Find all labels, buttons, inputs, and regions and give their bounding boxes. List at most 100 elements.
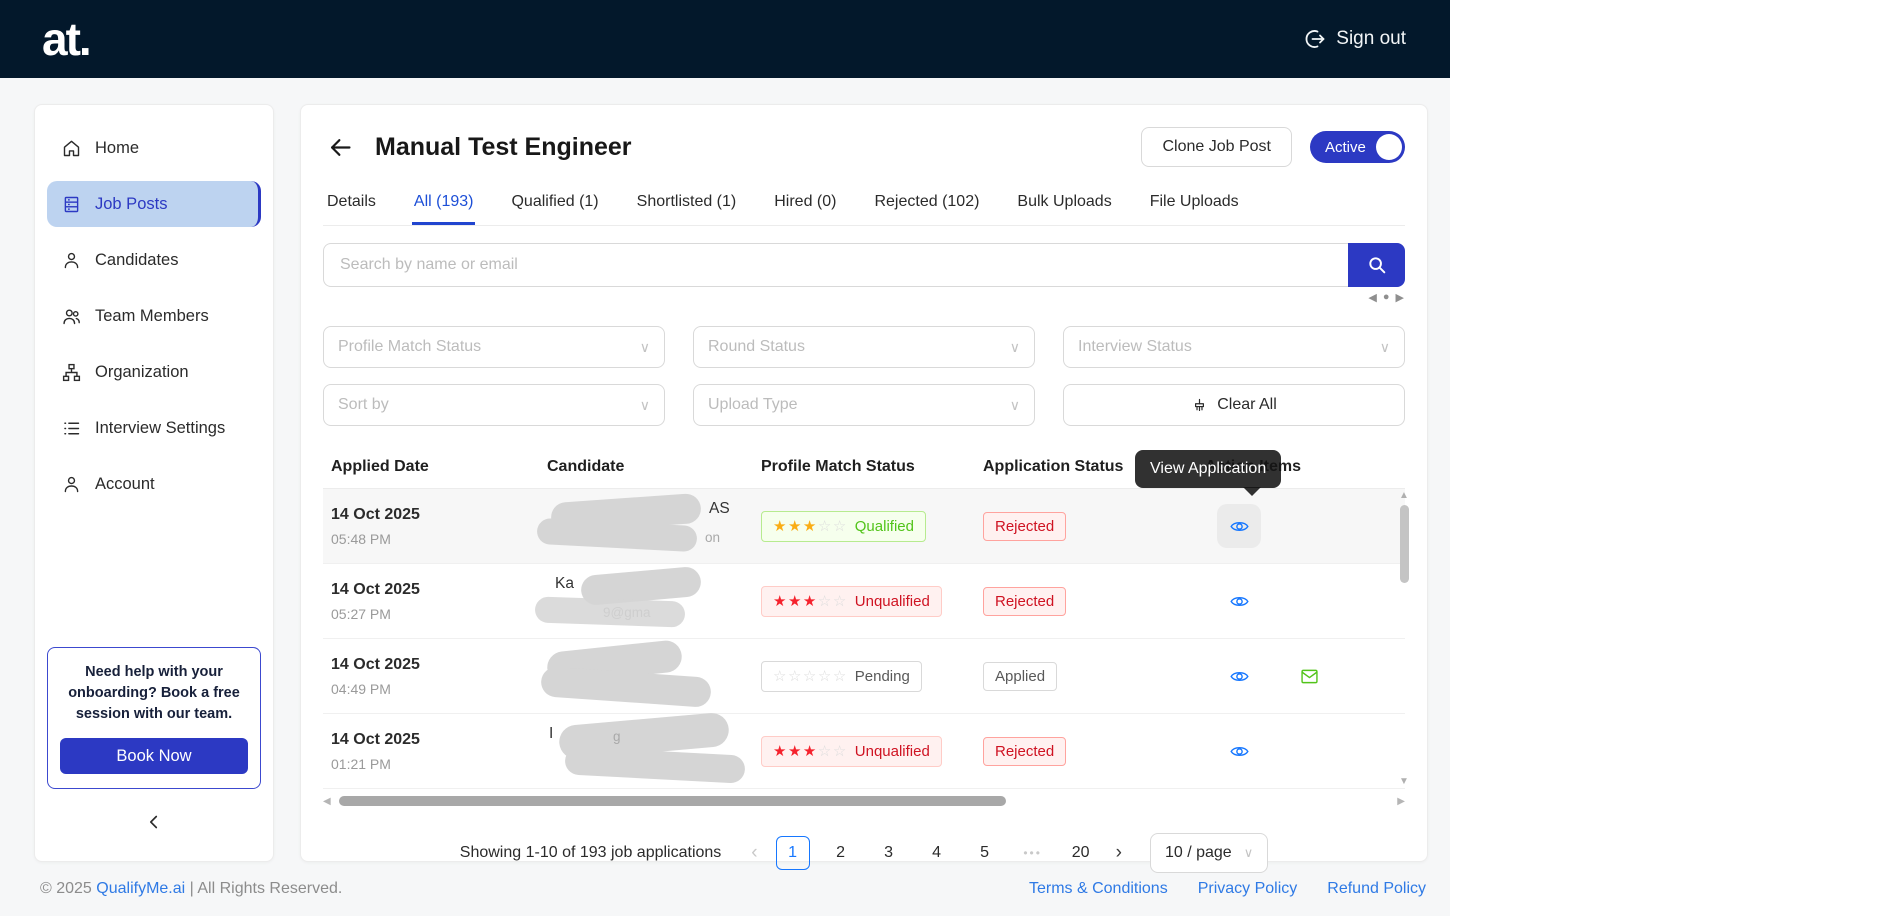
view-application-tooltip: View Application xyxy=(1135,450,1281,488)
tab-rejected[interactable]: Rejected (102) xyxy=(872,185,981,225)
eye-icon xyxy=(1229,666,1250,687)
clear-all-button[interactable]: Clear All xyxy=(1063,384,1405,426)
page-button-3[interactable]: 3 xyxy=(872,836,906,870)
round-status-select[interactable]: Round Status ∨ xyxy=(693,326,1035,368)
previous-page-button[interactable]: ‹ xyxy=(747,842,761,864)
sign-out-label: Sign out xyxy=(1336,28,1406,50)
refund-policy-link[interactable]: Refund Policy xyxy=(1327,880,1426,898)
tab-qualified[interactable]: Qualified (1) xyxy=(509,185,600,225)
page-size-select[interactable]: 10 / page ∨ xyxy=(1150,833,1268,873)
table-row[interactable]: 14 Oct 2025 01:21 PM I g xyxy=(323,714,1405,789)
person-icon xyxy=(61,250,82,271)
application-status-badge: Rejected xyxy=(983,587,1066,616)
page-button-1[interactable]: 1 xyxy=(776,836,810,870)
table-row[interactable]: 14 Oct 2025 05:48 PM AS on xyxy=(323,489,1405,564)
page-button-2[interactable]: 2 xyxy=(824,836,858,870)
tab-file-uploads[interactable]: File Uploads xyxy=(1148,185,1241,225)
sidebar-item-team-members[interactable]: Team Members xyxy=(47,293,261,339)
chevron-down-icon: ∨ xyxy=(640,339,650,356)
profile-match-badge: ☆☆☆☆☆ Pending xyxy=(761,661,922,692)
sign-out-button[interactable]: Sign out xyxy=(1303,27,1406,51)
app-window: at. Sign out Home Job Posts Candid xyxy=(0,0,1450,916)
sidebar-item-label: Organization xyxy=(95,363,189,382)
page-button-20[interactable]: 20 xyxy=(1064,836,1098,870)
applied-date: 14 Oct 2025 xyxy=(331,656,531,674)
chevron-down-icon: ∨ xyxy=(1010,339,1020,356)
sort-by-select[interactable]: Sort by∨ xyxy=(323,384,665,426)
search-button[interactable] xyxy=(1348,243,1405,287)
scroll-up-icon[interactable]: ▲ xyxy=(1399,491,1409,501)
application-status-badge: Applied xyxy=(983,662,1057,691)
scroll-down-icon[interactable]: ▼ xyxy=(1399,777,1409,787)
pager-right-icon[interactable]: ▶ xyxy=(1396,291,1405,304)
scroll-right-icon[interactable]: ▶ xyxy=(1397,796,1405,807)
privacy-policy-link[interactable]: Privacy Policy xyxy=(1198,880,1298,898)
sidebar-item-home[interactable]: Home xyxy=(47,125,261,171)
tab-details[interactable]: Details xyxy=(325,185,378,225)
view-application-button[interactable] xyxy=(1217,654,1261,698)
profile-match-cell: ★★★☆☆ Qualified xyxy=(753,511,975,542)
top-bar: at. Sign out xyxy=(0,0,1450,78)
star-rating: ☆☆☆☆☆ xyxy=(773,669,848,684)
pagination-ellipsis[interactable]: ••• xyxy=(1016,836,1050,870)
candidate-cell: Ka 9@gma xyxy=(539,571,753,631)
match-label: Qualified xyxy=(855,518,914,535)
view-application-button[interactable] xyxy=(1217,504,1261,548)
terms-and-conditions-link[interactable]: Terms & Conditions xyxy=(1029,880,1168,898)
sidebar-item-job-posts[interactable]: Job Posts xyxy=(47,181,261,227)
sidebar-item-account[interactable]: Account xyxy=(47,461,261,507)
profile-match-status-select[interactable]: Profile Match Status ∨ xyxy=(323,326,665,368)
applied-date-cell: 14 Oct 2025 04:49 PM xyxy=(323,656,539,697)
page-button-5[interactable]: 5 xyxy=(968,836,1002,870)
page-button-4[interactable]: 4 xyxy=(920,836,954,870)
vertical-scrollbar[interactable]: ▲ ▼ xyxy=(1397,489,1411,789)
brand-link[interactable]: QualifyMe.ai xyxy=(96,880,185,897)
view-application-button[interactable] xyxy=(1217,729,1261,773)
back-button[interactable] xyxy=(323,130,357,164)
upload-type-select[interactable]: Upload Type∨ xyxy=(693,384,1035,426)
scroll-left-icon[interactable]: ◀ xyxy=(323,796,331,807)
sidebar-item-organization[interactable]: Organization xyxy=(47,349,261,395)
tab-shortlisted[interactable]: Shortlisted (1) xyxy=(635,185,739,225)
redacted-email-scribble xyxy=(564,746,745,783)
application-status-badge: Rejected xyxy=(983,737,1066,766)
pagination-summary: Showing 1-10 of 193 job applications xyxy=(460,844,722,862)
candidate-email-fragment: g xyxy=(613,729,621,744)
copyright-prefix: © 2025 xyxy=(40,880,96,897)
tab-hired[interactable]: Hired (0) xyxy=(772,185,838,225)
applied-date-cell: 14 Oct 2025 05:27 PM xyxy=(323,581,539,622)
tab-all[interactable]: All (193) xyxy=(412,185,476,225)
sidebar-item-interview-settings[interactable]: Interview Settings xyxy=(47,405,261,451)
next-page-button[interactable]: › xyxy=(1112,842,1126,864)
search-input[interactable] xyxy=(323,243,1348,287)
vertical-scroll-thumb[interactable] xyxy=(1400,505,1409,583)
interview-status-select[interactable]: Interview Status∨ xyxy=(1063,326,1405,368)
title-row: Manual Test Engineer Clone Job Post Acti… xyxy=(323,127,1405,167)
table-row[interactable]: 14 Oct 2025 05:27 PM Ka 9@gma xyxy=(323,564,1405,639)
filters: Profile Match Status ∨ Round Status ∨ Inte… xyxy=(323,326,1405,426)
table-row[interactable]: 14 Oct 2025 04:49 PM ☆☆☆☆☆ xyxy=(323,639,1405,714)
send-email-button[interactable] xyxy=(1287,654,1331,698)
pager-dot-icon[interactable]: ● xyxy=(1383,291,1391,304)
clone-job-post-button[interactable]: Clone Job Post xyxy=(1141,127,1292,167)
candidate-cell: AS on xyxy=(539,496,753,556)
eye-icon xyxy=(1229,741,1250,762)
toggle-knob xyxy=(1376,134,1402,160)
clear-all-label: Clear All xyxy=(1217,396,1277,414)
match-label: Unqualified xyxy=(855,743,930,760)
sidebar-collapse-button[interactable] xyxy=(47,799,261,845)
horizontal-scrollbar[interactable]: ◀ ▶ xyxy=(323,793,1405,809)
help-text: Need help with your onboarding? Book a f… xyxy=(60,662,248,725)
job-tabs: Details All (193) Qualified (1) Shortlis… xyxy=(323,185,1405,226)
active-status-toggle[interactable]: Active xyxy=(1310,131,1405,163)
horizontal-scroll-thumb[interactable] xyxy=(339,796,1006,806)
profile-match-badge: ★★★☆☆ Qualified xyxy=(761,511,926,542)
tab-bulk-uploads[interactable]: Bulk Uploads xyxy=(1015,185,1113,225)
select-placeholder: Round Status xyxy=(708,338,805,356)
sidebar-item-candidates[interactable]: Candidates xyxy=(47,237,261,283)
book-now-button[interactable]: Book Now xyxy=(60,738,248,774)
select-placeholder: Profile Match Status xyxy=(338,338,481,356)
pager-left-icon[interactable]: ◀ xyxy=(1368,291,1377,304)
candidate-name-fragment: AS xyxy=(709,500,730,518)
view-application-button[interactable] xyxy=(1217,579,1261,623)
